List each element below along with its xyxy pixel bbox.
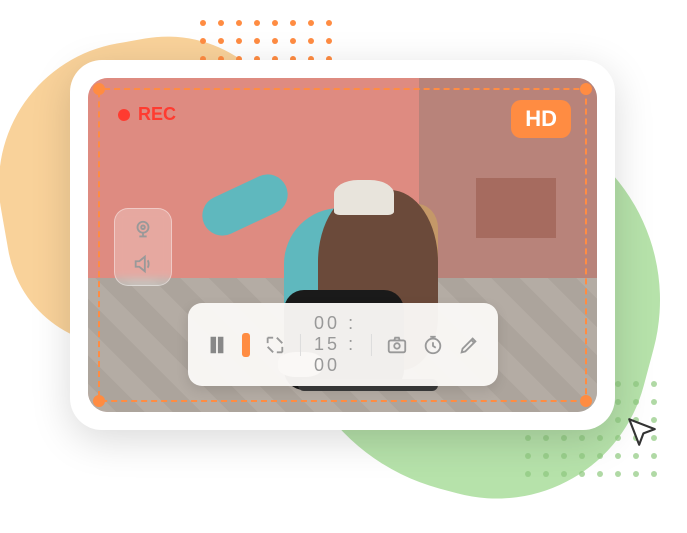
fullscreen-button[interactable] (264, 334, 286, 356)
webcam-toggle[interactable] (132, 219, 154, 241)
hd-badge[interactable]: HD (511, 100, 571, 138)
recorder-window: REC HD 00 : 15 : 00 (70, 60, 615, 430)
hd-label: HD (525, 106, 557, 131)
fullscreen-icon (264, 334, 286, 356)
screenshot-button[interactable] (386, 334, 408, 356)
camera-icon (386, 334, 408, 356)
capture-handle-bl[interactable] (93, 395, 105, 407)
schedule-button[interactable] (422, 334, 444, 356)
rec-label: REC (138, 104, 176, 125)
pause-icon (205, 334, 227, 356)
recording-timer: 00 : 15 : 00 (314, 313, 357, 376)
side-controls (114, 208, 172, 286)
recording-toolbar: 00 : 15 : 00 (187, 303, 497, 386)
video-preview: REC HD 00 : 15 : 00 (88, 78, 597, 412)
speaker-icon (132, 253, 154, 275)
pencil-icon (458, 334, 480, 356)
capture-handle-tl[interactable] (93, 83, 105, 95)
stop-button[interactable] (241, 333, 249, 357)
webcam-icon (132, 219, 154, 241)
audio-toggle[interactable] (132, 253, 154, 275)
cursor-icon (625, 415, 659, 454)
rec-dot-icon (118, 109, 130, 121)
rec-indicator: REC (118, 104, 176, 125)
capture-handle-br[interactable] (580, 395, 592, 407)
clock-icon (422, 334, 444, 356)
capture-handle-tr[interactable] (580, 83, 592, 95)
pause-button[interactable] (205, 334, 227, 356)
annotate-button[interactable] (458, 334, 480, 356)
